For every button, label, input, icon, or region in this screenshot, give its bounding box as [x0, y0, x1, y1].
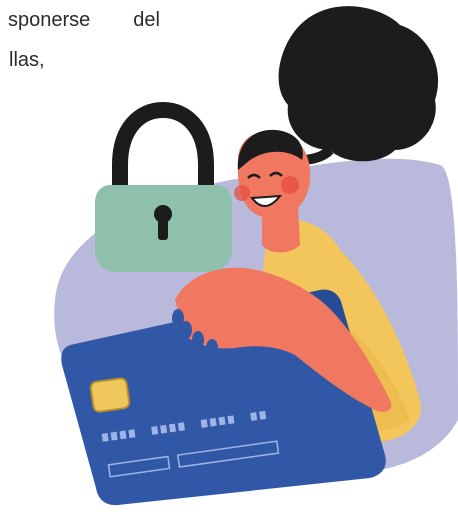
card-chip-icon — [89, 377, 131, 413]
security-illustration — [54, 6, 458, 506]
padlock-icon — [95, 101, 232, 272]
hair-puff — [278, 6, 439, 162]
